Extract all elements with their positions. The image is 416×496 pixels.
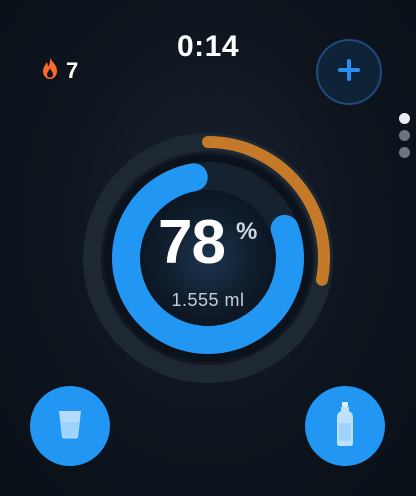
percent-unit: % (236, 218, 258, 245)
add-bottle-button[interactable] (305, 386, 385, 466)
bottle-icon (334, 401, 356, 452)
percent-value: 78 (158, 208, 226, 277)
volume-display: 1.555 ml (171, 290, 245, 310)
add-glass-button[interactable] (30, 386, 110, 466)
percentage-display: 78 % (148, 208, 278, 278)
glass-icon (57, 408, 83, 445)
